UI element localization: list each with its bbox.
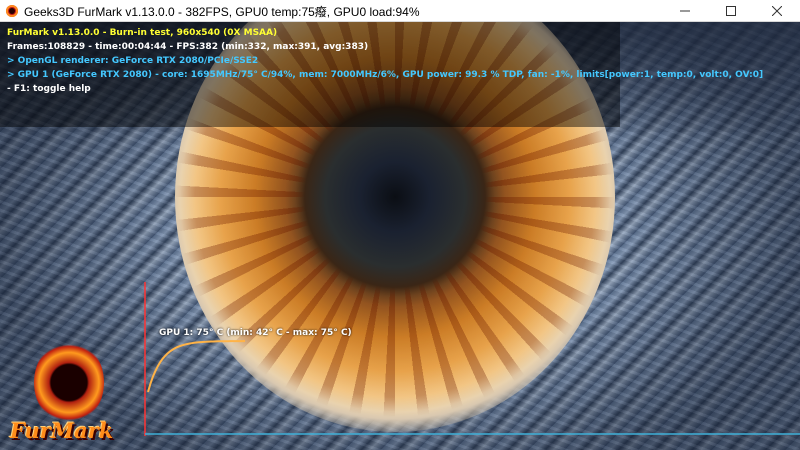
temperature-curve (147, 340, 246, 393)
furmark-window: Geeks3D FurMark v1.13.0.0 - 382FPS, GPU0… (0, 0, 800, 450)
furmark-logo-text: FurMark (10, 418, 114, 443)
graph-temperature-label: GPU 1: 75° C (min: 42° C - max: 75° C) (159, 328, 352, 338)
furmark-logo-icon (34, 340, 104, 425)
furmark-logo: FurMark (4, 330, 134, 445)
